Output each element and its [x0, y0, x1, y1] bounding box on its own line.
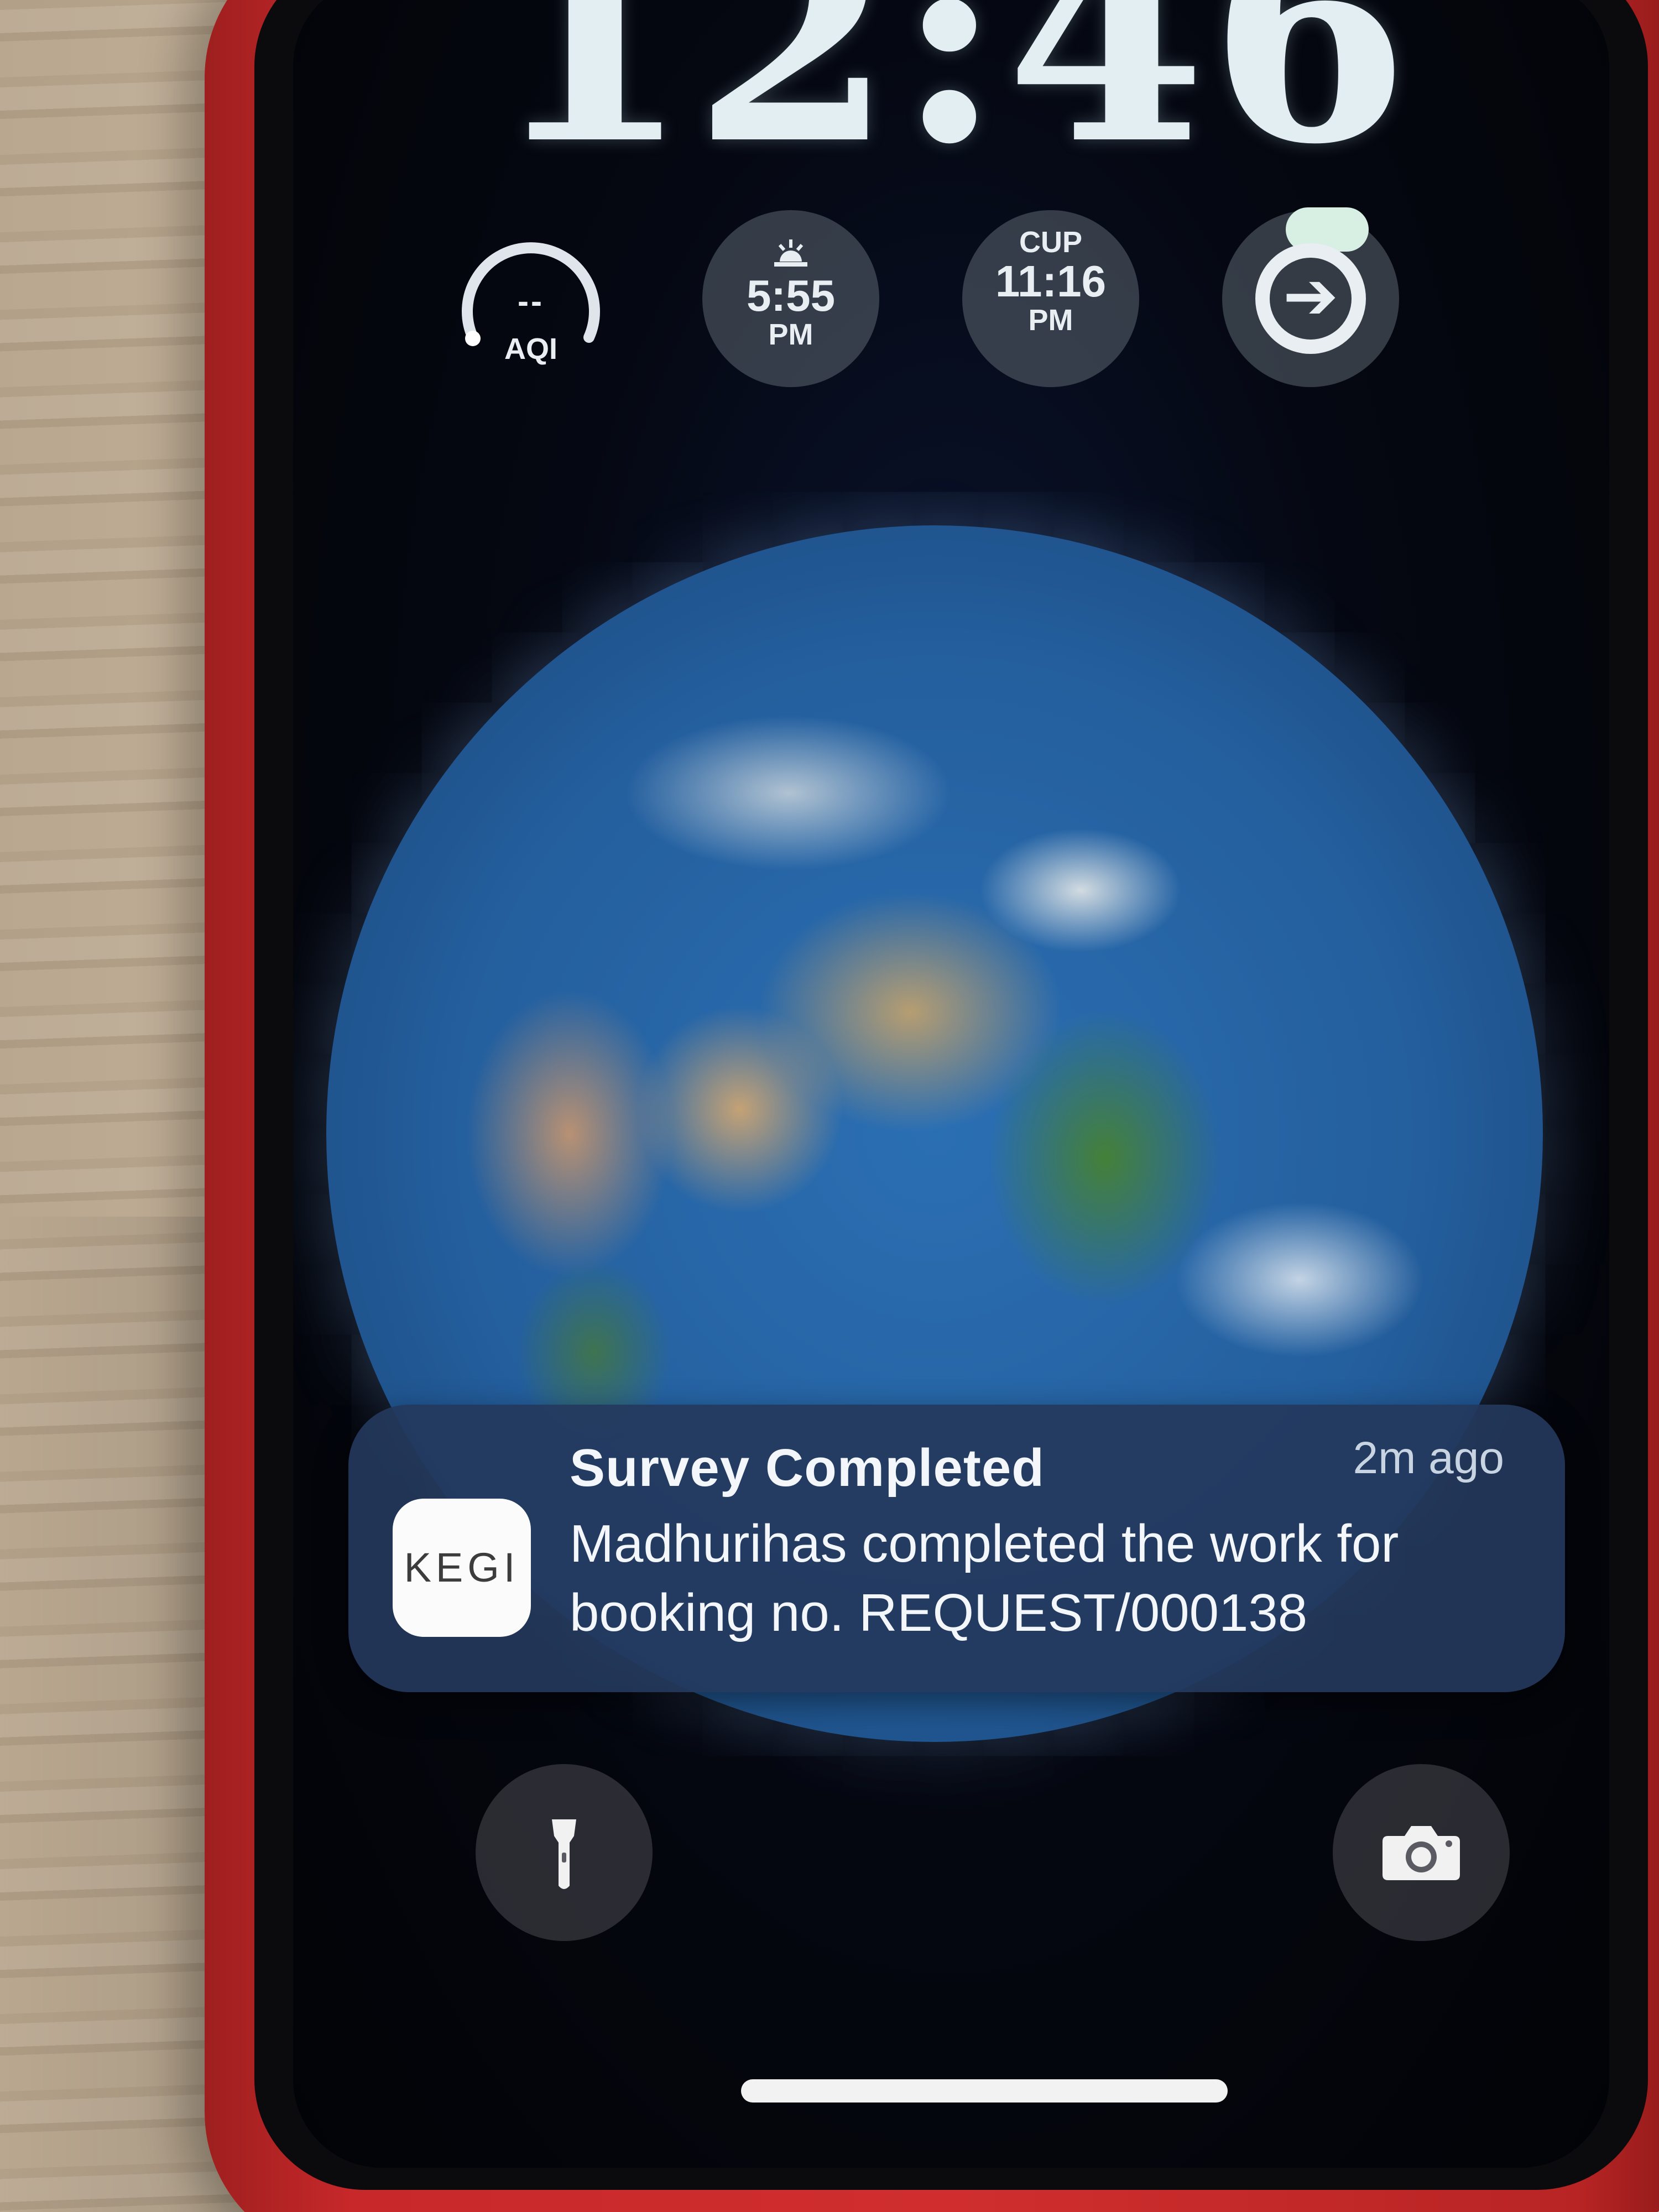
lock-screen: 12:46 -- AQI 5:55 PM CUP 11:16 PM ➔ KEGI… [293, 0, 1609, 2168]
kegi-app-icon: KEGI [393, 1499, 531, 1637]
sunset-time: 5:55 [746, 271, 836, 320]
camera-button[interactable] [1333, 1764, 1510, 1941]
notification-body: Madhurihas completed the work for bookin… [570, 1514, 1399, 1642]
cup-time-widget[interactable]: CUP 11:16 PM [962, 210, 1139, 387]
notification-title: Survey Completed [570, 1438, 1045, 1498]
photo-scene: 12:46 -- AQI 5:55 PM CUP 11:16 PM ➔ KEGI… [0, 0, 1659, 2212]
notification-time: 2m ago [1353, 1433, 1504, 1483]
camera-icon [1383, 1826, 1460, 1880]
sunset-icon [774, 239, 807, 267]
sunset-period: PM [768, 318, 813, 351]
arrow-right-icon: ➔ [1282, 259, 1339, 333]
arrow-widget[interactable]: ➔ [1222, 207, 1399, 387]
notification-card[interactable]: KEGI Survey Completed 2m ago Madhurihas … [348, 1405, 1565, 1692]
cup-period: PM [1028, 303, 1073, 337]
aqi-label: AQI [504, 332, 557, 366]
aqi-widget[interactable]: -- AQI [442, 210, 619, 387]
flashlight-icon [552, 1819, 576, 1889]
lock-screen-clock: 12:46 [489, 0, 1413, 207]
aqi-value: -- [518, 283, 544, 320]
flashlight-button[interactable] [476, 1764, 653, 1941]
cup-label: CUP [1019, 226, 1082, 259]
cup-time: 11:16 [995, 256, 1107, 306]
home-indicator[interactable] [741, 2079, 1228, 2103]
sunset-widget[interactable]: 5:55 PM [702, 210, 879, 387]
